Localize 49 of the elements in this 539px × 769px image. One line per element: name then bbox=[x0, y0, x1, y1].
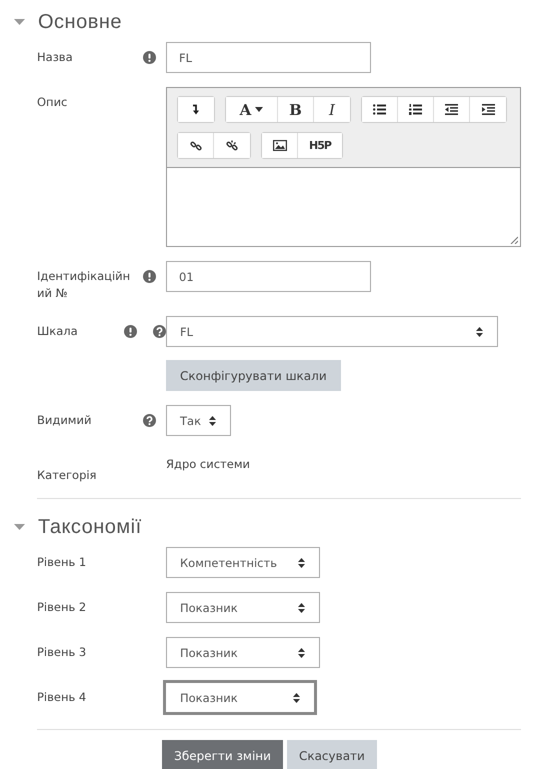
select-field[interactable]: Так bbox=[166, 405, 232, 436]
updown-icon bbox=[298, 558, 305, 568]
field-label: Категорія bbox=[37, 467, 96, 484]
arrow-icon bbox=[192, 104, 200, 115]
select-field[interactable]: Показник bbox=[163, 680, 317, 715]
indent-icon bbox=[482, 104, 494, 115]
font-button[interactable]: A bbox=[226, 97, 278, 122]
select-field[interactable]: Показник bbox=[166, 592, 320, 623]
select-field[interactable]: Компетентність bbox=[166, 547, 320, 578]
save-button[interactable]: Зберегти зміни bbox=[162, 740, 283, 769]
configure-button[interactable]: Сконфігурувати шкали bbox=[166, 360, 341, 391]
help-icon[interactable] bbox=[143, 414, 156, 427]
field-label: Рівень 3 bbox=[37, 644, 86, 661]
field-label: Ідентифікаційний № bbox=[37, 268, 131, 302]
category-value: Ядро системи bbox=[166, 456, 250, 471]
updown-icon bbox=[476, 326, 483, 336]
updown-icon bbox=[293, 692, 300, 702]
image-icon bbox=[272, 140, 286, 151]
help-icon[interactable] bbox=[153, 325, 166, 338]
unlink-icon bbox=[226, 140, 238, 152]
outdent-icon bbox=[445, 104, 458, 115]
field-label: Рівень 1 bbox=[37, 554, 86, 571]
cancel-button[interactable]: Скасувати bbox=[286, 740, 377, 769]
field-label: Рівень 4 bbox=[37, 689, 86, 706]
link-icon bbox=[190, 140, 202, 152]
bullets-button[interactable] bbox=[362, 97, 398, 122]
field-label: Шкала bbox=[37, 323, 78, 340]
resize-handle-icon[interactable] bbox=[510, 236, 518, 244]
field-label: Назва bbox=[37, 49, 73, 66]
field-label: Опис bbox=[37, 94, 68, 111]
updown-icon bbox=[298, 648, 305, 658]
updown-icon bbox=[209, 416, 216, 426]
select-field[interactable]: FL bbox=[166, 316, 498, 347]
text-field[interactable]: 01 bbox=[166, 261, 371, 292]
field-label: Видимий bbox=[37, 412, 92, 429]
section-title: Основне bbox=[38, 10, 122, 34]
numbered-list-icon bbox=[409, 104, 422, 115]
caret-icon[interactable] bbox=[14, 18, 25, 26]
text-field[interactable]: FL bbox=[166, 42, 371, 73]
field-label: Рівень 2 bbox=[37, 599, 86, 616]
link-button[interactable] bbox=[178, 133, 214, 158]
bullet-list-icon bbox=[373, 104, 386, 115]
caret-icon[interactable] bbox=[14, 524, 25, 530]
updown-icon bbox=[298, 602, 305, 612]
caret-icon bbox=[255, 107, 264, 112]
text-editor[interactable]: A B I H5P bbox=[166, 87, 521, 247]
section-title: Таксономії bbox=[38, 516, 142, 538]
select-field[interactable]: Показник bbox=[166, 637, 320, 668]
image-button[interactable] bbox=[262, 133, 298, 158]
